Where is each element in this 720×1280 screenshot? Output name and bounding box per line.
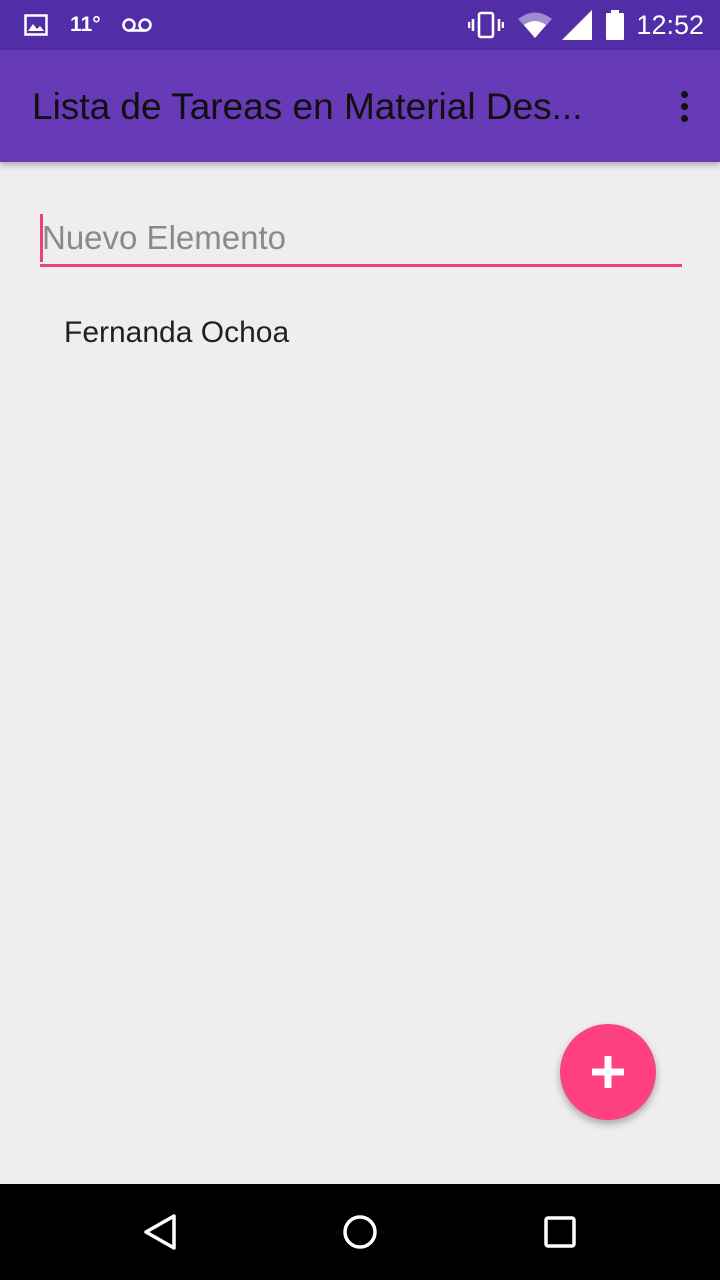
wifi-icon xyxy=(518,12,553,38)
status-right: 12:52 xyxy=(468,0,704,50)
task-list: Fernanda Ochoa xyxy=(0,300,720,366)
recents-icon xyxy=(544,1216,576,1248)
vibrate-icon xyxy=(468,11,505,39)
home-icon xyxy=(343,1215,377,1249)
plus-icon xyxy=(592,1056,624,1088)
app-title: Lista de Tareas en Material Des... xyxy=(32,86,583,127)
status-left: 11° xyxy=(24,0,153,50)
clock-text: 12:52 xyxy=(636,9,704,40)
image-icon xyxy=(24,14,48,36)
add-task-button[interactable] xyxy=(560,1024,656,1120)
recents-button[interactable] xyxy=(536,1208,584,1256)
app-bar: Lista de Tareas en Material Des... xyxy=(0,50,720,162)
temperature-text: 11° xyxy=(70,13,101,36)
list-item[interactable]: Fernanda Ochoa xyxy=(0,300,720,366)
navigation-bar xyxy=(0,1184,720,1280)
more-vert-icon[interactable] xyxy=(672,84,696,128)
text-cursor xyxy=(40,214,43,262)
back-icon xyxy=(144,1214,176,1250)
new-item-field xyxy=(40,212,682,270)
voicemail-icon xyxy=(121,17,153,33)
home-button[interactable] xyxy=(336,1208,384,1256)
status-bar: 11° 12:52 xyxy=(0,0,720,50)
back-button[interactable] xyxy=(136,1208,184,1256)
new-item-input[interactable] xyxy=(40,212,682,267)
battery-icon xyxy=(606,10,625,40)
signal-icon xyxy=(562,10,593,40)
